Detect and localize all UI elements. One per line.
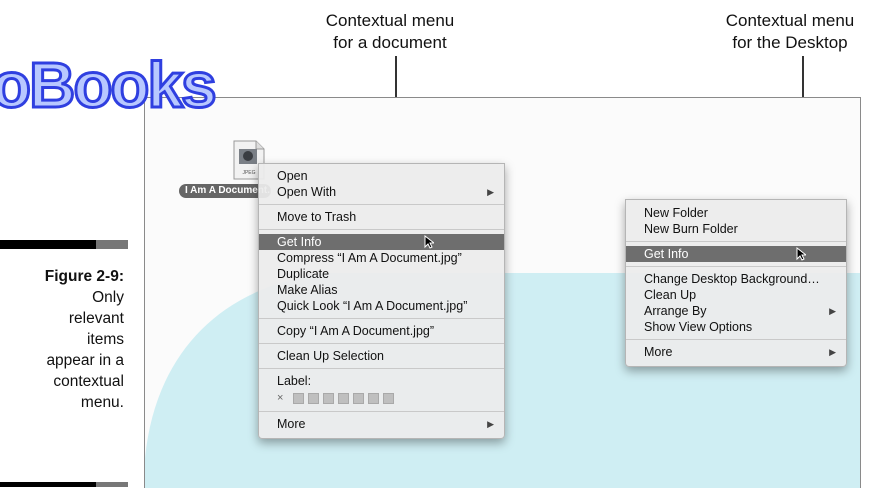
submenu-arrow-icon: ▶	[829, 347, 836, 357]
watermark-logo: oBooks	[0, 49, 218, 122]
menu-item-label: Make Alias	[277, 283, 338, 297]
menu-item-move-to-trash[interactable]: Move to Trash	[259, 209, 504, 225]
menu-separator	[259, 411, 504, 412]
submenu-arrow-icon: ▶	[487, 187, 494, 197]
document-context-menu: Open Open With ▶ Move to Trash Get Info C…	[258, 163, 505, 439]
caption-line: contextual	[53, 373, 124, 390]
menu-item-label: Clean Up Selection	[277, 349, 385, 363]
label-swatch[interactable]	[353, 392, 365, 404]
caption-line: menu.	[80, 394, 124, 411]
menu-item-label: Clean Up	[644, 288, 697, 302]
menu-item-open[interactable]: Open	[259, 168, 504, 184]
callout-desktop-menu: Contextual menu for the Desktop	[700, 10, 880, 54]
menu-separator	[259, 343, 504, 344]
menu-item-label: Arrange By	[644, 304, 707, 318]
menu-item-label-heading: Label:	[259, 373, 504, 389]
callout-document-menu: Contextual menu for a document	[290, 10, 490, 54]
menu-item-clean-up[interactable]: Clean Up	[626, 287, 846, 303]
callout-line: for a document	[333, 33, 447, 52]
menu-item-new-burn-folder[interactable]: New Burn Folder	[626, 221, 846, 237]
menu-item-label: Copy “I Am A Document.jpg”	[277, 324, 435, 338]
menu-separator	[259, 204, 504, 205]
menu-item-label: New Burn Folder	[644, 222, 738, 236]
menu-item-get-info[interactable]: Get Info	[626, 246, 846, 262]
menu-item-label: Move to Trash	[277, 210, 357, 224]
menu-separator	[259, 318, 504, 319]
menu-item-duplicate[interactable]: Duplicate	[259, 266, 504, 282]
menu-item-open-with[interactable]: Open With ▶	[259, 184, 504, 200]
menu-separator	[259, 229, 504, 230]
caption-rule	[0, 482, 128, 487]
menu-separator	[259, 368, 504, 369]
caption-rule	[0, 240, 128, 249]
menu-item-label: Show View Options	[644, 320, 753, 334]
submenu-arrow-icon: ▶	[487, 419, 494, 429]
submenu-arrow-icon: ▶	[829, 306, 836, 316]
menu-item-label: Quick Look “I Am A Document.jpg”	[277, 299, 468, 313]
menu-item-arrange-by[interactable]: Arrange By ▶	[626, 303, 846, 319]
caption-line: relevant	[68, 310, 124, 327]
label-clear-button[interactable]: ×	[277, 392, 283, 404]
menu-item-label: Open	[277, 169, 308, 183]
caption-line: items	[86, 331, 124, 348]
label-swatch[interactable]	[383, 392, 395, 404]
menu-item-label: Change Desktop Background…	[644, 272, 820, 286]
menu-item-clean-up-selection[interactable]: Clean Up Selection	[259, 348, 504, 364]
menu-item-label: New Folder	[644, 206, 708, 220]
menu-item-label: Open With	[277, 185, 337, 199]
menu-item-change-desktop-background[interactable]: Change Desktop Background…	[626, 271, 846, 287]
menu-item-more[interactable]: More ▶	[259, 416, 504, 432]
menu-item-label: Compress “I Am A Document.jpg”	[277, 251, 462, 265]
callout-line: Contextual menu	[325, 11, 455, 30]
figure-number: Figure 2-9:	[44, 268, 124, 285]
label-color-picker: ×	[259, 389, 504, 407]
menu-separator	[626, 266, 846, 267]
menu-item-label: Duplicate	[277, 267, 330, 281]
label-swatch[interactable]	[338, 392, 350, 404]
label-swatch[interactable]	[323, 392, 335, 404]
menu-item-label: Get Info	[644, 247, 689, 261]
caption-line: Only	[92, 289, 124, 306]
label-swatch[interactable]	[293, 392, 305, 404]
label-swatch[interactable]	[308, 392, 320, 404]
menu-item-label: More	[277, 417, 306, 431]
menu-item-new-folder[interactable]: New Folder	[626, 205, 846, 221]
menu-item-label: Get Info	[277, 235, 322, 249]
menu-item-copy[interactable]: Copy “I Am A Document.jpg”	[259, 323, 504, 339]
menu-item-quick-look[interactable]: Quick Look “I Am A Document.jpg”	[259, 298, 504, 314]
menu-item-get-info[interactable]: Get Info	[259, 234, 504, 250]
mouse-pointer-icon	[796, 247, 806, 261]
figure-caption: Figure 2-9: Only relevant items appear i…	[0, 266, 124, 413]
file-type-badge: JPEG	[242, 170, 255, 176]
menu-item-compress[interactable]: Compress “I Am A Document.jpg”	[259, 250, 504, 266]
label-swatch[interactable]	[368, 392, 380, 404]
menu-separator	[626, 241, 846, 242]
callout-line: Contextual menu	[725, 11, 855, 30]
menu-item-show-view-options[interactable]: Show View Options	[626, 319, 846, 335]
menu-item-more[interactable]: More ▶	[626, 344, 846, 360]
mouse-pointer-icon	[424, 235, 434, 249]
desktop-context-menu: New Folder New Burn Folder Get Info Chan…	[625, 199, 847, 367]
menu-item-label: Label:	[277, 374, 312, 388]
menu-item-label: More	[644, 345, 673, 359]
caption-line: appear in a	[46, 352, 124, 369]
menu-item-make-alias[interactable]: Make Alias	[259, 282, 504, 298]
menu-separator	[626, 339, 846, 340]
callout-line: for the Desktop	[732, 33, 848, 52]
